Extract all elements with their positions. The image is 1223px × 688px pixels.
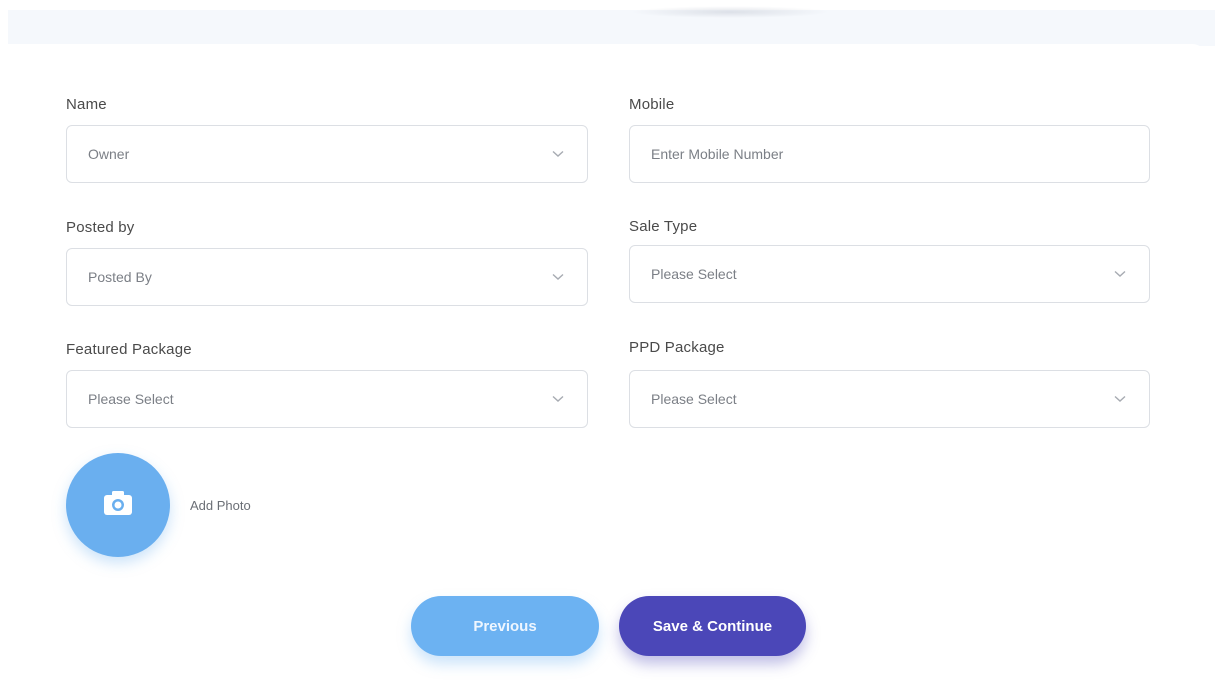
page: Name Owner Mobile Enter Mobile Number Po… xyxy=(0,0,1223,688)
featured-package-select-value: Please Select xyxy=(88,391,174,407)
mobile-label: Mobile xyxy=(629,96,675,113)
name-label: Name xyxy=(66,96,107,113)
chevron-down-icon xyxy=(551,147,565,161)
previous-button[interactable]: Previous xyxy=(411,596,599,656)
ppd-package-select-value: Please Select xyxy=(651,391,737,407)
save-continue-button[interactable]: Save & Continue xyxy=(619,596,806,656)
name-select[interactable]: Owner xyxy=(66,125,588,183)
mobile-input[interactable]: Enter Mobile Number xyxy=(629,125,1150,183)
camera-icon xyxy=(103,490,133,521)
posted-by-select-value: Posted By xyxy=(88,269,152,285)
top-tab-shadow xyxy=(630,6,830,18)
top-band xyxy=(8,10,1215,46)
chevron-down-icon xyxy=(551,392,565,406)
featured-package-select[interactable]: Please Select xyxy=(66,370,588,428)
sale-type-select-value: Please Select xyxy=(651,266,737,282)
add-photo-button[interactable] xyxy=(66,453,170,557)
chevron-down-icon xyxy=(551,270,565,284)
ppd-package-label: PPD Package xyxy=(629,339,725,356)
chevron-down-icon xyxy=(1113,392,1127,406)
mobile-input-placeholder: Enter Mobile Number xyxy=(651,146,784,162)
name-select-value: Owner xyxy=(88,146,130,162)
chevron-down-icon xyxy=(1113,267,1127,281)
posted-by-label: Posted by xyxy=(66,219,135,236)
posted-by-select[interactable]: Posted By xyxy=(66,248,588,306)
sale-type-select[interactable]: Please Select xyxy=(629,245,1150,303)
add-photo-label: Add Photo xyxy=(190,498,251,513)
featured-package-label: Featured Package xyxy=(66,341,192,358)
ppd-package-select[interactable]: Please Select xyxy=(629,370,1150,428)
sale-type-label: Sale Type xyxy=(629,218,698,235)
